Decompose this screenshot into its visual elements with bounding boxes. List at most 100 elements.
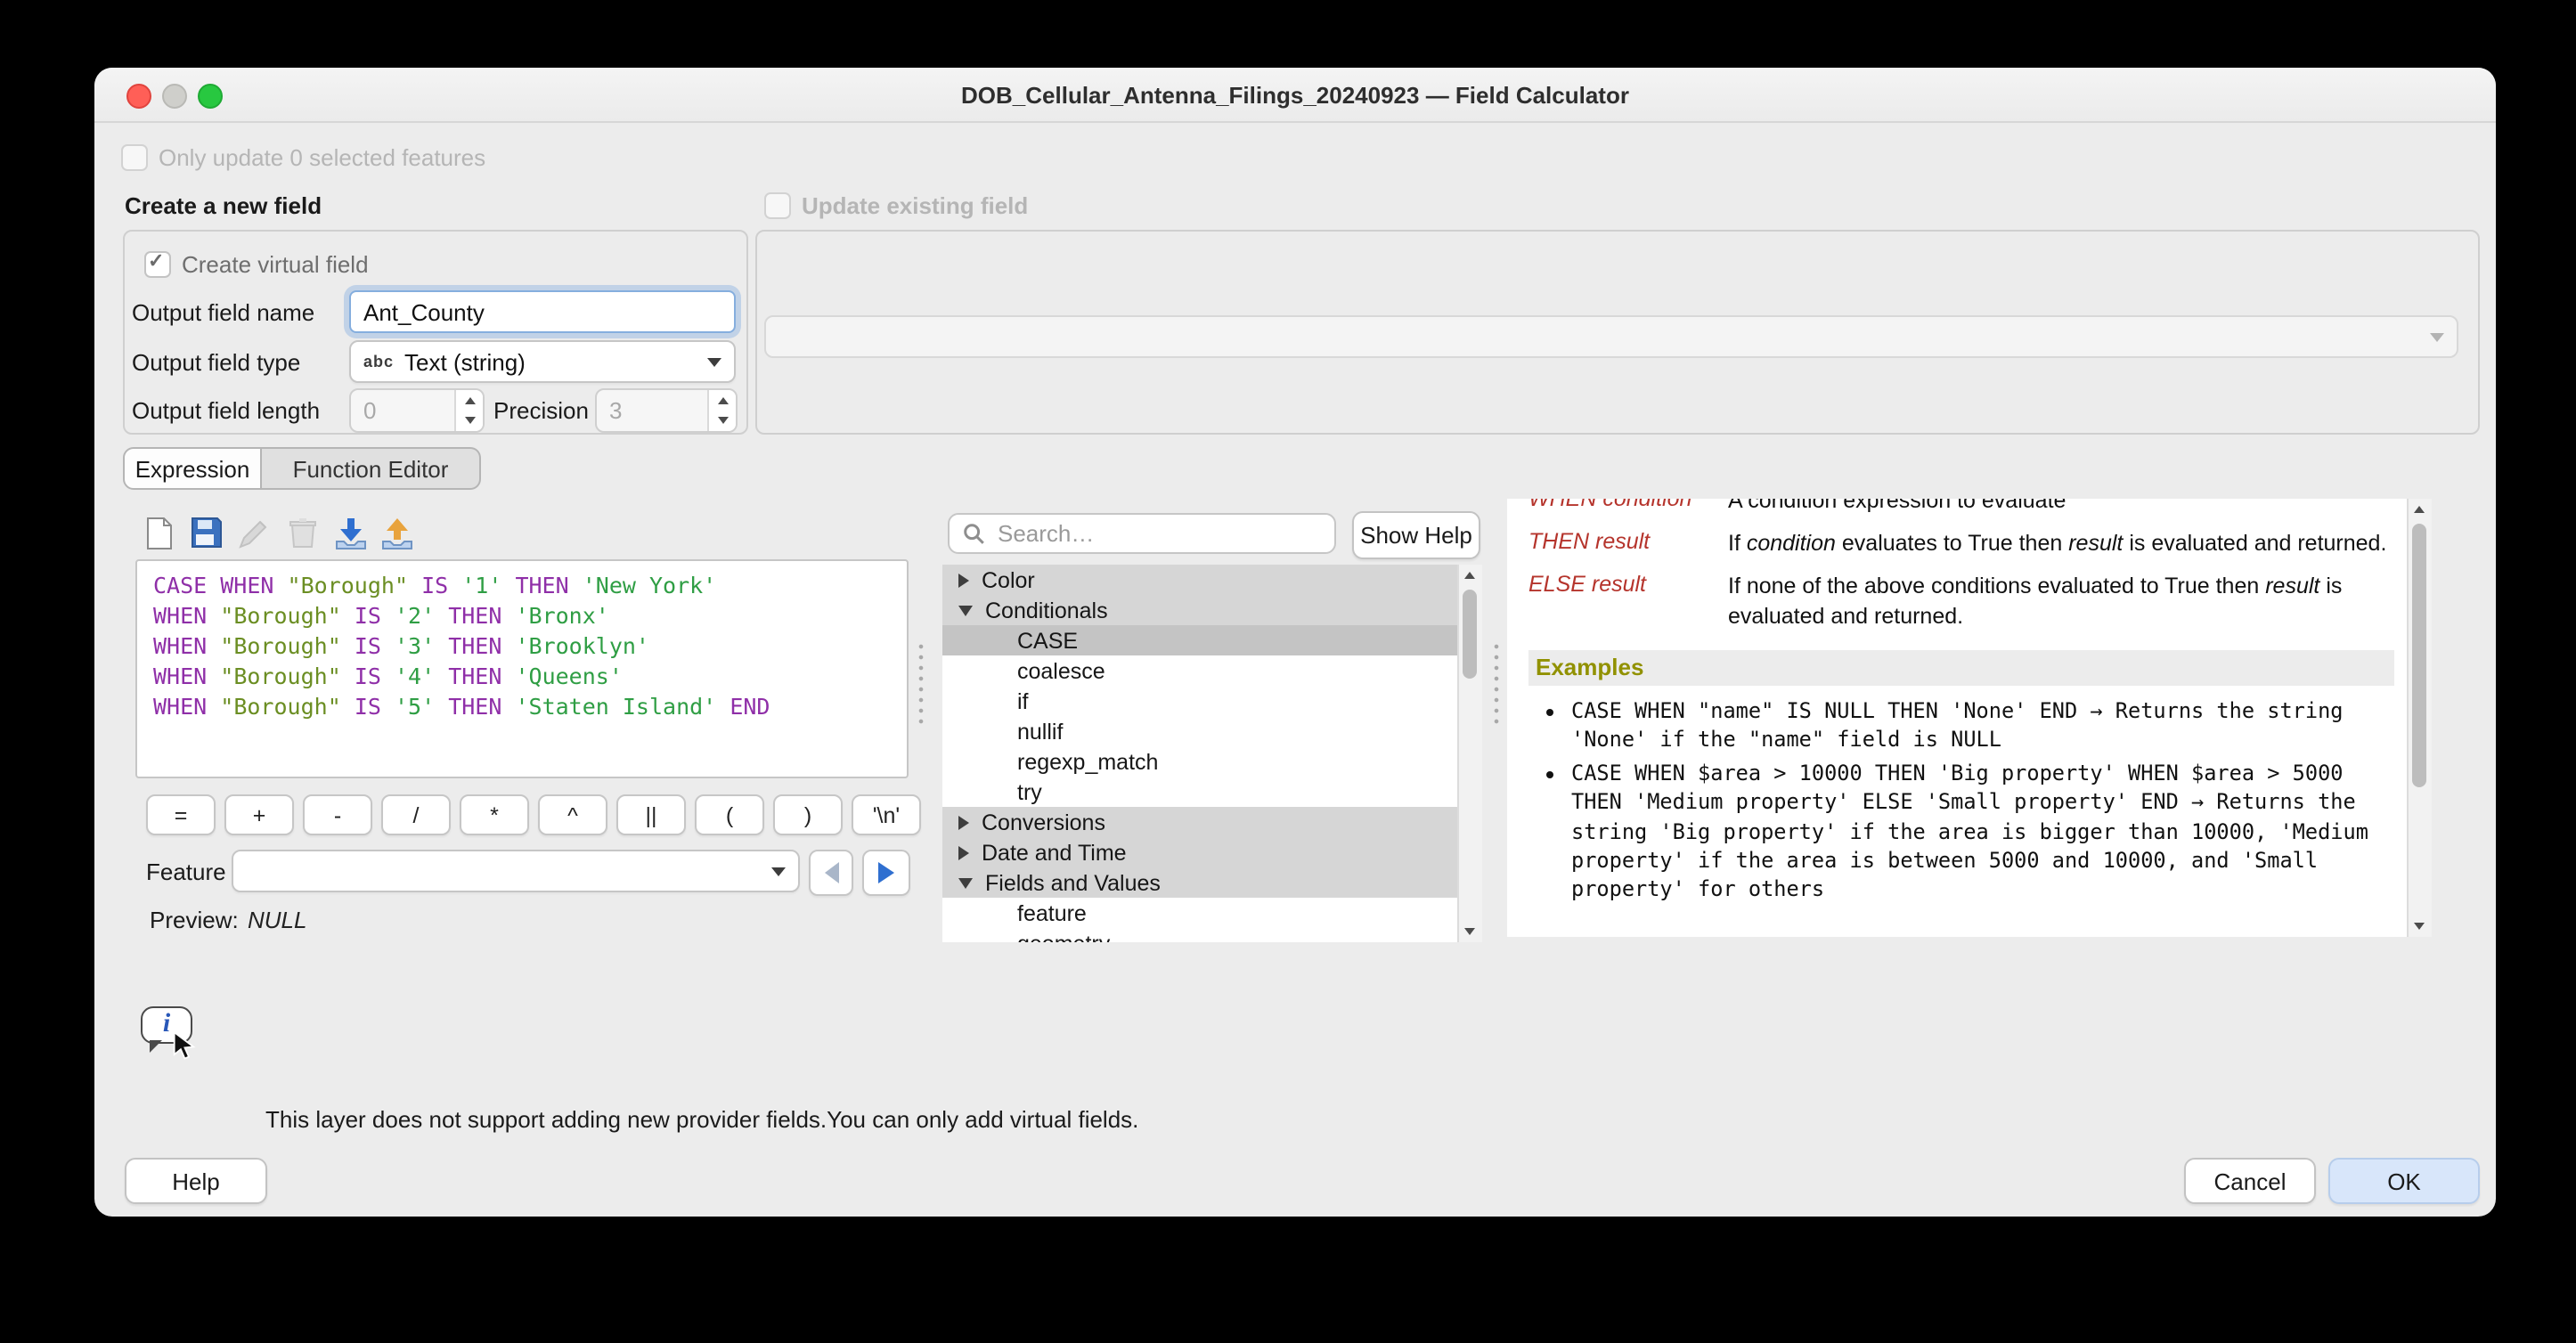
import-expression-button[interactable]	[331, 513, 371, 552]
splitter-handle[interactable]	[916, 641, 926, 727]
search-icon	[962, 522, 985, 545]
feature-select[interactable]	[232, 850, 800, 892]
code-line: WHEN "Borough" IS '3' THEN 'Brooklyn'	[153, 631, 891, 661]
help-button[interactable]: Help	[125, 1158, 267, 1204]
feature-label: Feature	[146, 859, 226, 885]
help-param-term: WHEN condition	[1528, 499, 1728, 517]
chevron-down-icon	[707, 357, 721, 366]
help-examples: CASE WHEN "name" IS NULL THEN 'None' END…	[1528, 696, 2394, 904]
export-expression-button[interactable]	[378, 513, 417, 552]
field-calculator-window: DOB_Cellular_Antenna_Filings_20240923 — …	[94, 68, 2496, 1217]
tree-item-case[interactable]: CASE	[942, 625, 1459, 655]
checkbox-icon	[764, 192, 791, 219]
scroll-up-icon[interactable]	[1464, 572, 1475, 579]
tree-group-fields-and-values[interactable]: Fields and Values	[942, 867, 1459, 898]
operator-button[interactable]: +	[224, 794, 294, 835]
spinner-up-button[interactable]	[456, 390, 483, 411]
spinner-down-button[interactable]	[709, 411, 736, 431]
tree-group-conversions[interactable]: Conversions	[942, 807, 1459, 837]
operator-button[interactable]: )	[773, 794, 843, 835]
tree-item-coalesce[interactable]: coalesce	[942, 655, 1459, 686]
scroll-up-icon[interactable]	[2414, 506, 2425, 513]
operator-button[interactable]: *	[460, 794, 529, 835]
tree-item-try[interactable]: try	[942, 777, 1459, 807]
chevron-down-icon[interactable]	[958, 605, 973, 615]
create-virtual-field-label: Create virtual field	[182, 251, 369, 278]
chevron-right-icon[interactable]	[958, 815, 969, 829]
save-expression-button[interactable]	[187, 513, 226, 552]
help-example: CASE WHEN "name" IS NULL THEN 'None' END…	[1571, 696, 2394, 753]
output-field-length-value: 0	[351, 390, 454, 431]
tree-item-if[interactable]: if	[942, 686, 1459, 716]
tree-group-date-and-time[interactable]: Date and Time	[942, 837, 1459, 867]
tab-function-editor[interactable]: Function Editor	[262, 447, 481, 490]
create-new-field-heading: Create a new field	[125, 192, 322, 219]
output-field-length-spinner[interactable]: 0	[349, 388, 485, 433]
layer-info-text: This layer does not support adding new p…	[265, 1106, 1138, 1133]
scrollbar-thumb[interactable]	[1463, 590, 1477, 679]
scrollbar-thumb[interactable]	[2412, 524, 2426, 787]
examples-band: Examples	[1528, 649, 2394, 685]
help-param-row: WHEN conditionA condition expression to …	[1528, 499, 2394, 517]
output-field-type-value: Text (string)	[404, 348, 526, 375]
checkbox-checked-icon[interactable]	[144, 251, 171, 278]
create-virtual-field-checkbox[interactable]: Create virtual field	[144, 251, 369, 278]
tree-item-regexp_match[interactable]: regexp_match	[942, 746, 1459, 777]
tree-scrollbar[interactable]	[1457, 565, 1482, 942]
cancel-button[interactable]: Cancel	[2184, 1158, 2316, 1204]
precision-spinner[interactable]: 3	[595, 388, 738, 433]
help-scrollbar[interactable]	[2407, 499, 2432, 937]
precision-value: 3	[597, 390, 707, 431]
chevron-down-icon[interactable]	[958, 877, 973, 888]
chevron-right-icon[interactable]	[958, 845, 969, 859]
update-existing-field-checkbox: Update existing field	[764, 192, 1028, 219]
tree-group-color[interactable]: Color	[942, 565, 1459, 595]
help-param-term: ELSE result	[1528, 572, 1728, 632]
tree-label: Date and Time	[982, 840, 1127, 865]
splitter-handle[interactable]	[1491, 641, 1502, 727]
tree-label: Conditionals	[985, 598, 1108, 623]
titlebar[interactable]: DOB_Cellular_Antenna_Filings_20240923 — …	[94, 68, 2496, 123]
next-feature-button[interactable]	[862, 850, 910, 896]
operator-button[interactable]: (	[695, 794, 764, 835]
scroll-down-icon[interactable]	[1464, 928, 1475, 935]
operator-button[interactable]: /	[381, 794, 451, 835]
edit-expression-button	[235, 513, 274, 552]
output-field-type-select[interactable]: abc Text (string)	[349, 340, 736, 383]
new-file-icon	[143, 516, 174, 549]
tree-group-conditionals[interactable]: Conditionals	[942, 595, 1459, 625]
tree-label: try	[1017, 779, 1042, 804]
operator-button[interactable]: =	[146, 794, 216, 835]
function-help-panel: WHEN conditionA condition expression to …	[1507, 499, 2432, 937]
expression-editor[interactable]: CASE WHEN "Borough" IS '1' THEN 'New Yor…	[135, 559, 909, 778]
spinner-down-button[interactable]	[456, 411, 483, 431]
spinner-up-button[interactable]	[709, 390, 736, 411]
operator-button[interactable]: ^	[538, 794, 607, 835]
tree-label: Fields and Values	[985, 870, 1161, 895]
search-input[interactable]	[994, 518, 1322, 549]
output-field-length-label: Output field length	[132, 397, 320, 424]
output-field-name-label: Output field name	[132, 299, 314, 326]
trash-icon	[289, 517, 317, 549]
function-search[interactable]	[948, 513, 1336, 554]
chevron-down-icon	[771, 867, 786, 875]
mouse-cursor-icon	[173, 1031, 196, 1062]
precision-label: Precision	[493, 397, 589, 424]
delete-expression-button	[283, 513, 322, 552]
tree-item-nullif[interactable]: nullif	[942, 716, 1459, 746]
operator-button[interactable]: ||	[616, 794, 686, 835]
tree-item-feature[interactable]: feature	[942, 898, 1459, 928]
function-tree-panel: Color ConditionalsCASEcoalesceifnullifreg…	[942, 565, 1482, 942]
new-expression-button[interactable]	[139, 513, 178, 552]
operator-button[interactable]: '\n'	[852, 794, 921, 835]
chevron-down-icon	[2430, 332, 2444, 341]
tab-expression[interactable]: Expression	[123, 447, 262, 490]
previous-feature-button	[809, 850, 853, 896]
scroll-down-icon[interactable]	[2414, 923, 2425, 930]
chevron-right-icon[interactable]	[958, 573, 969, 587]
ok-button[interactable]: OK	[2328, 1158, 2480, 1204]
tree-item-geometry[interactable]: geometry	[942, 928, 1459, 942]
show-help-button[interactable]: Show Help	[1352, 511, 1480, 559]
output-field-name-input[interactable]	[349, 290, 736, 333]
operator-button[interactable]: -	[303, 794, 372, 835]
